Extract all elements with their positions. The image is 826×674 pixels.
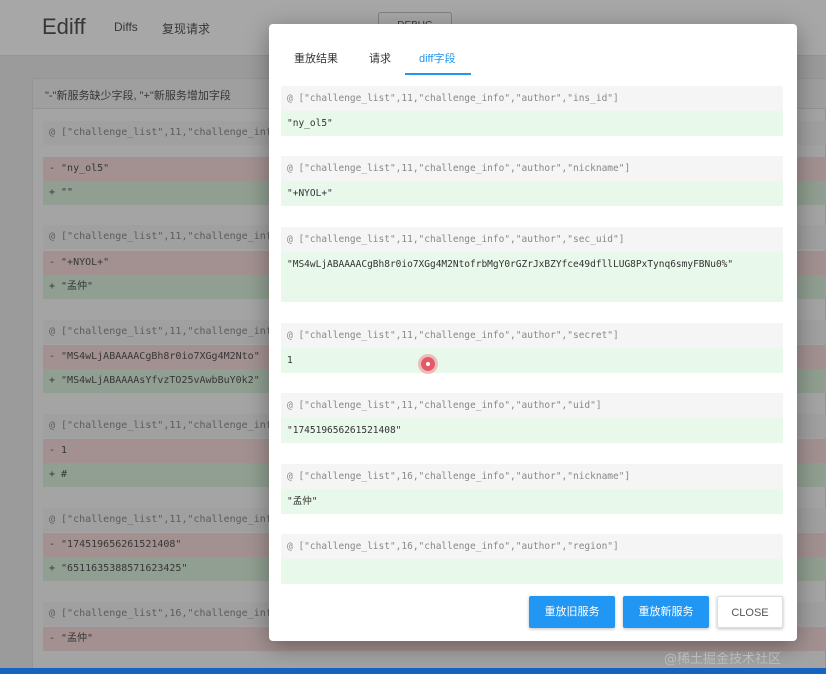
field-path: @ ["challenge_list",16,"challenge_info",…: [281, 534, 783, 559]
field-value: "MS4wLjABAAAACgBh8r0io7XGg4M2NtofrbMgY0r…: [281, 252, 783, 302]
watermark: @稀土掘金技术社区: [664, 652, 782, 667]
tab-request[interactable]: 请求: [369, 50, 391, 66]
diff-entry: @ ["challenge_list",11,"challenge_info",…: [281, 227, 783, 302]
taskbar-strip: [0, 668, 826, 674]
field-path: @ ["challenge_list",11,"challenge_info",…: [281, 393, 783, 418]
field-path: @ ["challenge_list",11,"challenge_info",…: [281, 323, 783, 348]
diff-entry: @ ["challenge_list",11,"challenge_info",…: [281, 156, 783, 206]
diff-entry: @ ["challenge_list",16,"challenge_info",…: [281, 464, 783, 514]
active-tab-indicator: [405, 73, 471, 75]
field-value: 1: [281, 348, 783, 373]
field-path: @ ["challenge_list",11,"challenge_info",…: [281, 86, 783, 111]
field-path: @ ["challenge_list",16,"challenge_info",…: [281, 464, 783, 489]
diff-entry: @ ["challenge_list",16,"challenge_info",…: [281, 534, 783, 584]
diff-fields-list: @ ["challenge_list",11,"challenge_info",…: [281, 86, 783, 596]
diff-entry: @ ["challenge_list",11,"challenge_info",…: [281, 393, 783, 443]
close-button[interactable]: CLOSE: [717, 596, 783, 628]
field-value: "+NYOL+": [281, 181, 783, 206]
field-path: @ ["challenge_list",11,"challenge_info",…: [281, 156, 783, 181]
field-value: "174519656261521408": [281, 418, 783, 443]
mouse-cursor-icon: [421, 357, 435, 371]
diff-modal: 重放结果 请求 diff字段 @ ["challenge_list",11,"c…: [269, 24, 797, 641]
field-value: "孟仲": [281, 489, 783, 514]
diff-entry: @ ["challenge_list",11,"challenge_info",…: [281, 323, 783, 373]
replay-new-service-button[interactable]: 重放新服务: [623, 596, 709, 628]
diff-entry: @ ["challenge_list",11,"challenge_info",…: [281, 86, 783, 136]
modal-footer: 重放旧服务 重放新服务 CLOSE: [269, 596, 797, 641]
field-path: @ ["challenge_list",11,"challenge_info",…: [281, 227, 783, 252]
field-value: [281, 559, 783, 584]
tab-diff-fields[interactable]: diff字段: [419, 50, 455, 66]
modal-tabs: 重放结果 请求 diff字段: [269, 24, 797, 76]
replay-old-service-button[interactable]: 重放旧服务: [529, 596, 615, 628]
field-value: "ny_ol5": [281, 111, 783, 136]
tab-replay-result[interactable]: 重放结果: [294, 50, 338, 66]
